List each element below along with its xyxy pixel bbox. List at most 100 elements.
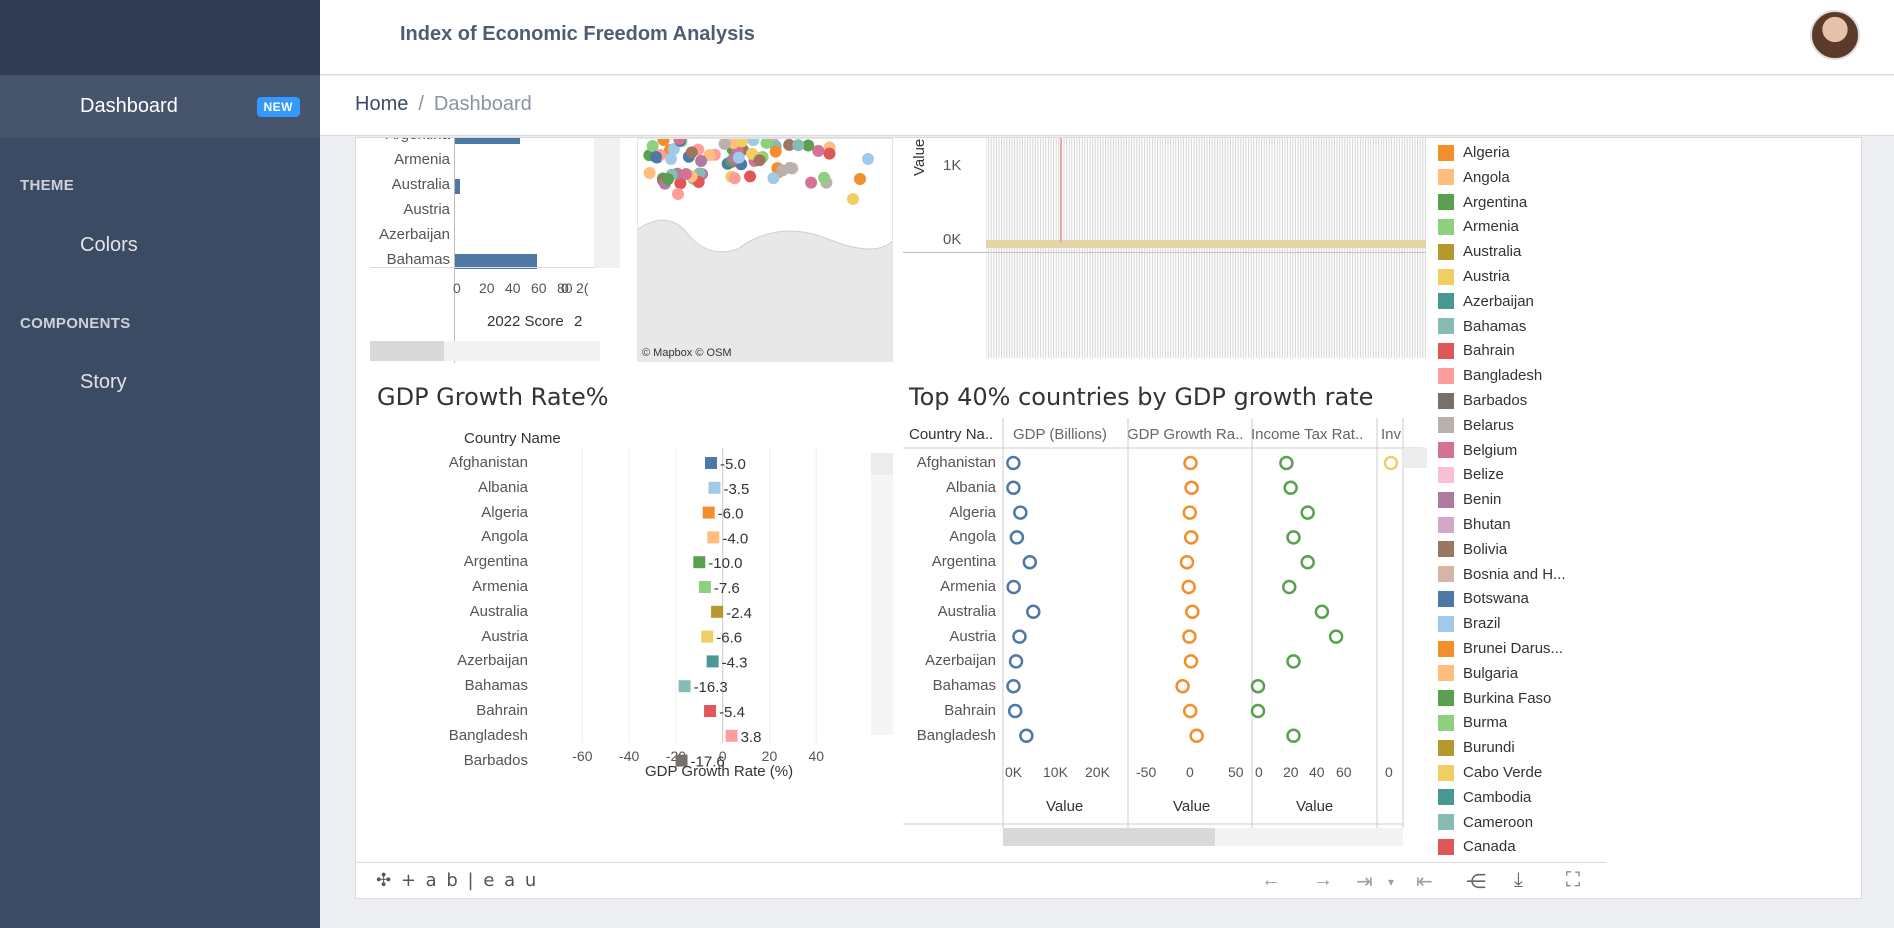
top40-gdp-mark[interactable] — [1006, 579, 1021, 595]
gdp-bar[interactable] — [711, 605, 724, 618]
map-marker[interactable] — [650, 151, 662, 163]
top40-tax-mark[interactable] — [1300, 554, 1315, 570]
map-marker[interactable] — [769, 145, 782, 158]
legend-item[interactable]: Burma — [1438, 710, 1507, 735]
legend-item[interactable]: Belize — [1438, 462, 1504, 487]
legend-item[interactable]: Algeria — [1438, 140, 1510, 165]
top40-gdp-mark[interactable] — [1019, 728, 1034, 744]
legend-item[interactable]: Argentina — [1438, 190, 1527, 215]
top40-growth-mark[interactable] — [1182, 629, 1197, 644]
map-view[interactable]: © Mapbox © OSM — [637, 138, 893, 362]
top40-tax-mark[interactable] — [1281, 579, 1297, 595]
redo-icon[interactable]: → — [1313, 869, 1333, 892]
gdp-bar[interactable] — [702, 506, 715, 519]
map-marker[interactable] — [862, 153, 874, 165]
top40-tax-mark[interactable] — [1279, 455, 1294, 471]
score-scrollbar[interactable] — [370, 341, 600, 361]
gdp-bar[interactable] — [705, 457, 717, 469]
top40-growth-mark[interactable] — [1185, 604, 1200, 620]
top40-growth-mark[interactable] — [1182, 505, 1198, 520]
undo-icon[interactable]: ← — [1261, 869, 1281, 892]
sidebar-item-story[interactable]: Story — [80, 371, 127, 394]
sidebar-item-colors[interactable]: Colors — [80, 234, 138, 257]
legend-item[interactable]: Angola — [1438, 165, 1510, 190]
value-chart[interactable]: Value 1K 0K — [903, 138, 1426, 363]
top40-growth-mark[interactable] — [1183, 455, 1198, 471]
revert-dropdown-icon[interactable]: ▾ — [1388, 875, 1394, 889]
top40-tax-mark[interactable] — [1286, 728, 1301, 744]
legend-item[interactable]: Bhutan — [1438, 512, 1511, 537]
top40-gdp-mark[interactable] — [1009, 530, 1025, 545]
map-marker[interactable] — [685, 146, 698, 159]
top40-growth-mark[interactable] — [1179, 554, 1195, 570]
download-icon[interactable]: ⤓ — [1514, 869, 1523, 892]
top40-gdp-mark[interactable] — [1012, 629, 1027, 644]
map-marker[interactable] — [792, 139, 805, 152]
map-marker[interactable] — [854, 173, 866, 185]
top40-inv-mark[interactable] — [1383, 455, 1399, 471]
top40-tax-mark[interactable] — [1328, 629, 1344, 644]
map-marker[interactable] — [662, 173, 674, 185]
gdp-bar[interactable] — [701, 630, 714, 643]
map-marker[interactable] — [747, 139, 760, 147]
gdp-bar[interactable] — [704, 705, 717, 717]
top40-growth-mark[interactable] — [1184, 480, 1199, 496]
legend-item[interactable]: Brazil — [1438, 611, 1501, 636]
top40-gdp-mark[interactable] — [1007, 703, 1023, 719]
top40-gdp-mark[interactable] — [1022, 554, 1038, 570]
legend-item[interactable]: Bahrain — [1438, 338, 1515, 363]
top40-tax-mark[interactable] — [1300, 505, 1315, 520]
legend-item[interactable]: Barbados — [1438, 388, 1527, 413]
share-icon[interactable]: ⋲ — [1466, 869, 1486, 894]
top40-gdp-mark[interactable] — [1013, 505, 1028, 520]
legend-item[interactable]: Benin — [1438, 487, 1501, 512]
top40-gdp-mark[interactable] — [1008, 654, 1024, 669]
legend-item[interactable]: Belarus — [1438, 413, 1514, 438]
top40-tax-mark[interactable] — [1283, 480, 1298, 496]
legend-item[interactable]: Burundi — [1438, 735, 1515, 760]
legend-item[interactable]: Cambodia — [1438, 785, 1531, 810]
legend-item[interactable]: Australia — [1438, 239, 1521, 264]
top40-tax-mark[interactable] — [1314, 604, 1330, 620]
legend-item[interactable]: Brunei Darus... — [1438, 636, 1563, 661]
map-marker[interactable] — [823, 147, 836, 160]
sidebar-item-dashboard[interactable]: Dashboard NEW — [0, 75, 320, 138]
top40-chart[interactable]: Country Na.. GDP (Billions) GDP Growth Ra.… — [903, 418, 1433, 848]
top40-tax-mark[interactable] — [1250, 678, 1266, 694]
breadcrumb-home[interactable]: Home — [355, 93, 408, 115]
legend-item[interactable]: Bahamas — [1438, 314, 1526, 339]
gdp-bar[interactable] — [725, 729, 738, 742]
top40-growth-mark[interactable] — [1181, 579, 1196, 595]
legend-item[interactable]: Bangladesh — [1438, 363, 1542, 388]
legend-item[interactable]: Bosnia and H... — [1438, 562, 1566, 587]
top40-growth-mark[interactable] — [1175, 678, 1190, 694]
score-chart[interactable]: Argentina Armenia Australia Austria Azerbaij… — [370, 138, 620, 363]
top40-gdp-mark[interactable] — [1006, 480, 1021, 496]
top40-tax-mark[interactable] — [1286, 530, 1301, 545]
top40-scrollbar[interactable] — [1003, 828, 1403, 846]
legend-item[interactable]: Austria — [1438, 264, 1510, 289]
map-marker[interactable] — [695, 154, 708, 167]
gdp-bar[interactable] — [693, 556, 706, 569]
top40-growth-mark[interactable] — [1189, 728, 1204, 744]
map-marker[interactable] — [744, 170, 757, 183]
gdp-bar[interactable] — [708, 481, 721, 494]
legend-item[interactable]: Canada — [1438, 834, 1516, 859]
gdp-bar[interactable] — [706, 655, 719, 668]
map-marker[interactable] — [732, 151, 745, 164]
legend-item[interactable]: Armenia — [1438, 214, 1519, 239]
gdp-scrollbar[interactable] — [871, 453, 893, 475]
legend-item[interactable]: Bolivia — [1438, 537, 1507, 562]
gdp-bar[interactable] — [678, 680, 691, 693]
legend-item[interactable]: Cabo Verde — [1438, 760, 1542, 785]
legend-item[interactable]: Burkina Faso — [1438, 686, 1551, 711]
map-marker[interactable] — [847, 193, 859, 205]
gdp-growth-chart[interactable]: Country Name Afghanistan Albania Algeria An… — [356, 418, 896, 838]
fullscreen-icon[interactable]: ⛶ — [1566, 869, 1580, 892]
top40-vscroll[interactable] — [1403, 448, 1427, 468]
legend-item[interactable]: Belgium — [1438, 438, 1517, 463]
legend-item[interactable]: Cameroon — [1438, 810, 1533, 835]
gdp-bar[interactable] — [707, 531, 720, 544]
map-marker[interactable] — [753, 154, 766, 167]
avatar[interactable] — [1810, 10, 1860, 60]
